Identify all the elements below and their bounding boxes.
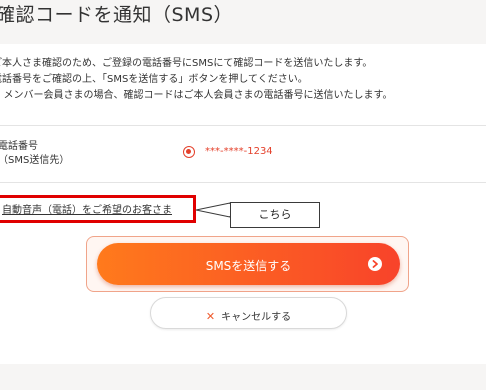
voice-call-link[interactable]: 自動音声（電話）をご希望のお客さま (2, 201, 172, 216)
callout-box: こちら (230, 202, 320, 228)
phone-number-value: ***-****-1234 (205, 146, 273, 157)
cancel-button[interactable]: ✕ キャンセルする (150, 297, 347, 329)
intro-text: ご本人さま確認のため、ご登録の電話番号にSMSにて確認コードを送信いたします。 … (0, 56, 486, 104)
divider (0, 182, 486, 183)
intro-line: ※ メンバー会員さまの場合、確認コードはご本人会員さまの電話番号に送信いたします… (0, 90, 393, 101)
cancel-label: キャンセルする (221, 312, 292, 323)
send-sms-button[interactable]: SMSを送信する (97, 243, 400, 285)
intro-line: 電話番号をご確認の上、「SMSを送信する」ボタンを押してください。 (0, 74, 308, 85)
send-sms-label: SMSを送信する (205, 259, 292, 273)
page-title: 確認コードを通知（SMS） (0, 4, 234, 26)
intro-line: ご本人さま確認のため、ご登録の電話番号にSMSにて確認コードを送信いたします。 (0, 58, 373, 69)
callout-tail (196, 202, 231, 218)
close-icon: ✕ (205, 310, 216, 323)
phone-label-line1: 電話番号 (0, 141, 38, 152)
chevron-right-circle-icon (368, 257, 382, 271)
divider (0, 125, 486, 126)
phone-label-line2: （SMS送信先） (0, 155, 70, 166)
phone-label: 電話番号 （SMS送信先） (0, 140, 69, 168)
radio-selected-icon[interactable] (183, 146, 195, 158)
